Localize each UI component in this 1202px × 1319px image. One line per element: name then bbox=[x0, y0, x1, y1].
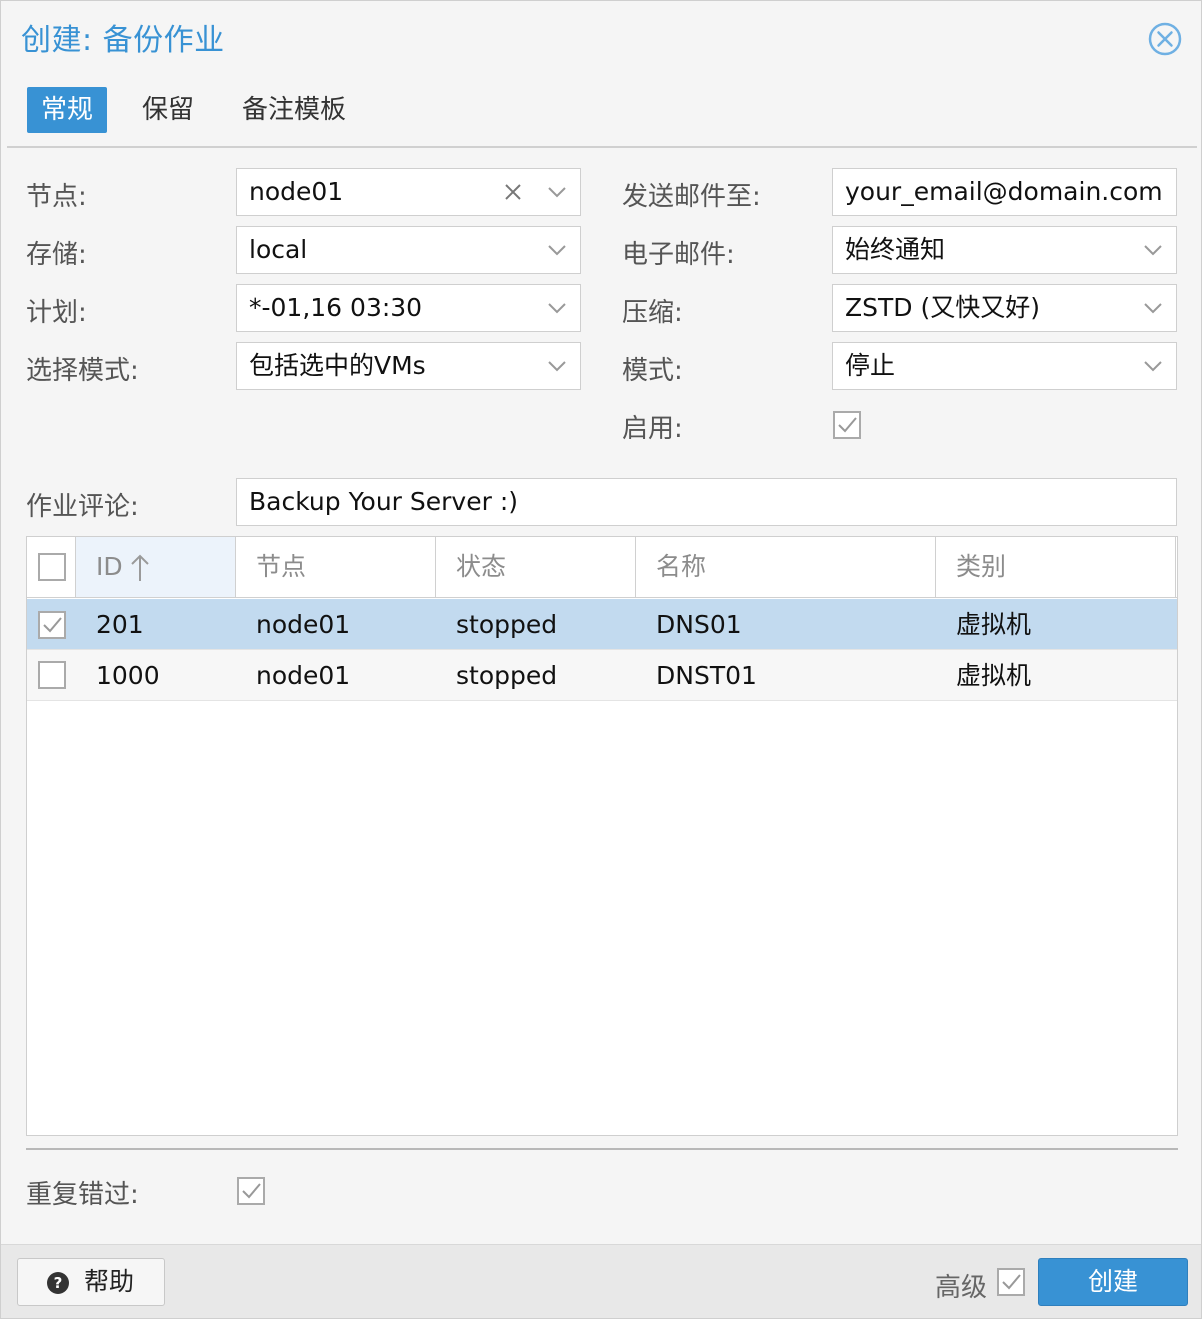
compression-value: ZSTD (又快又好) bbox=[845, 293, 1040, 322]
column-header-node[interactable]: 节点 bbox=[236, 537, 436, 597]
column-header-id[interactable]: ID bbox=[76, 537, 236, 597]
mode-value: 停止 bbox=[845, 351, 896, 380]
section-divider bbox=[26, 1148, 1178, 1150]
backup-job-dialog: 创建: 备份作业 常规 保留 备注模板 节点: node01 存储: local… bbox=[0, 0, 1202, 1319]
sort-ascending-arrow-icon bbox=[131, 554, 149, 581]
node-label: 节点: bbox=[26, 182, 87, 212]
vm-selection-grid: ID 节点 状态 名称 类别 201 node01 stopped DNS01 … bbox=[26, 536, 1178, 1136]
row-id: 201 bbox=[96, 610, 144, 639]
help-button[interactable]: ? 帮助 bbox=[17, 1258, 165, 1306]
schedule-select[interactable]: *-01,16 03:30 bbox=[236, 284, 581, 332]
grid-header: ID 节点 状态 名称 类别 bbox=[27, 537, 1177, 598]
selection-mode-value: 包括选中的VMs bbox=[249, 351, 426, 380]
repeat-missed-checkbox[interactable] bbox=[237, 1177, 265, 1205]
column-header-status[interactable]: 状态 bbox=[436, 537, 636, 597]
chevron-down-icon[interactable] bbox=[546, 239, 568, 261]
row-checkbox[interactable] bbox=[38, 611, 66, 639]
row-type: 虚拟机 bbox=[956, 661, 1032, 690]
dialog-footer: ? 帮助 高级 创建 bbox=[1, 1244, 1201, 1318]
email-label: 电子邮件: bbox=[622, 240, 735, 270]
row-status: stopped bbox=[456, 661, 558, 690]
storage-select[interactable]: local bbox=[236, 226, 581, 274]
enable-checkbox[interactable] bbox=[833, 411, 861, 439]
tab-notes-template[interactable]: 备注模板 bbox=[228, 87, 360, 133]
create-button[interactable]: 创建 bbox=[1038, 1258, 1188, 1306]
chevron-down-icon[interactable] bbox=[1142, 355, 1164, 377]
send-email-to-value: your_email@domain.com bbox=[845, 177, 1163, 206]
dialog-title: 创建: 备份作业 bbox=[21, 23, 225, 58]
email-notify-value: 始终通知 bbox=[845, 235, 946, 264]
send-email-to-label: 发送邮件至: bbox=[622, 182, 761, 212]
select-all-checkbox[interactable] bbox=[38, 553, 66, 581]
schedule-label: 计划: bbox=[26, 298, 87, 328]
close-icon[interactable] bbox=[1147, 21, 1183, 57]
chevron-down-icon[interactable] bbox=[546, 181, 568, 203]
storage-label: 存储: bbox=[26, 240, 87, 270]
clear-x-icon[interactable] bbox=[502, 181, 524, 203]
compression-label: 压缩: bbox=[622, 298, 683, 328]
schedule-value: *-01,16 03:30 bbox=[249, 293, 423, 322]
storage-value: local bbox=[249, 235, 308, 264]
email-notify-select[interactable]: 始终通知 bbox=[832, 226, 1177, 274]
node-select[interactable]: node01 bbox=[236, 168, 581, 216]
selection-mode-select[interactable]: 包括选中的VMs bbox=[236, 342, 581, 390]
table-row[interactable]: 201 node01 stopped DNS01 虚拟机 bbox=[27, 599, 1177, 650]
mode-select[interactable]: 停止 bbox=[832, 342, 1177, 390]
tab-general[interactable]: 常规 bbox=[27, 87, 108, 133]
job-comment-input[interactable]: Backup Your Server :) bbox=[236, 478, 1177, 526]
job-comment-value: Backup Your Server :) bbox=[249, 487, 519, 516]
select-all-cell bbox=[27, 537, 76, 597]
help-button-label: 帮助 bbox=[84, 1267, 135, 1296]
repeat-missed-label: 重复错过: bbox=[26, 1180, 139, 1210]
svg-text:?: ? bbox=[54, 1274, 63, 1292]
column-header-name[interactable]: 名称 bbox=[636, 537, 936, 597]
chevron-down-icon[interactable] bbox=[1142, 239, 1164, 261]
send-email-to-input[interactable]: your_email@domain.com bbox=[832, 168, 1177, 216]
node-value: node01 bbox=[249, 177, 344, 206]
enable-label: 启用: bbox=[622, 414, 683, 444]
tab-divider bbox=[7, 146, 1197, 148]
row-name: DNS01 bbox=[656, 610, 742, 639]
selection-mode-label: 选择模式: bbox=[26, 356, 139, 386]
advanced-checkbox[interactable] bbox=[997, 1268, 1025, 1296]
row-status: stopped bbox=[456, 610, 558, 639]
row-checkbox[interactable] bbox=[38, 661, 66, 689]
tab-retention[interactable]: 保留 bbox=[128, 87, 208, 133]
row-id: 1000 bbox=[96, 661, 160, 690]
row-node: node01 bbox=[256, 610, 351, 639]
chevron-down-icon[interactable] bbox=[546, 297, 568, 319]
job-comment-label: 作业评论: bbox=[26, 492, 139, 522]
row-node: node01 bbox=[256, 661, 351, 690]
chevron-down-icon[interactable] bbox=[1142, 297, 1164, 319]
chevron-down-icon[interactable] bbox=[546, 355, 568, 377]
column-header-type[interactable]: 类别 bbox=[936, 537, 1176, 597]
compression-select[interactable]: ZSTD (又快又好) bbox=[832, 284, 1177, 332]
table-row[interactable]: 1000 node01 stopped DNST01 虚拟机 bbox=[27, 650, 1177, 701]
advanced-label: 高级 bbox=[935, 1273, 988, 1303]
question-circle-icon: ? bbox=[47, 1272, 69, 1294]
mode-label: 模式: bbox=[622, 356, 683, 386]
row-type: 虚拟机 bbox=[956, 610, 1032, 639]
column-header-id-label: ID bbox=[96, 552, 123, 581]
row-name: DNST01 bbox=[656, 661, 757, 690]
